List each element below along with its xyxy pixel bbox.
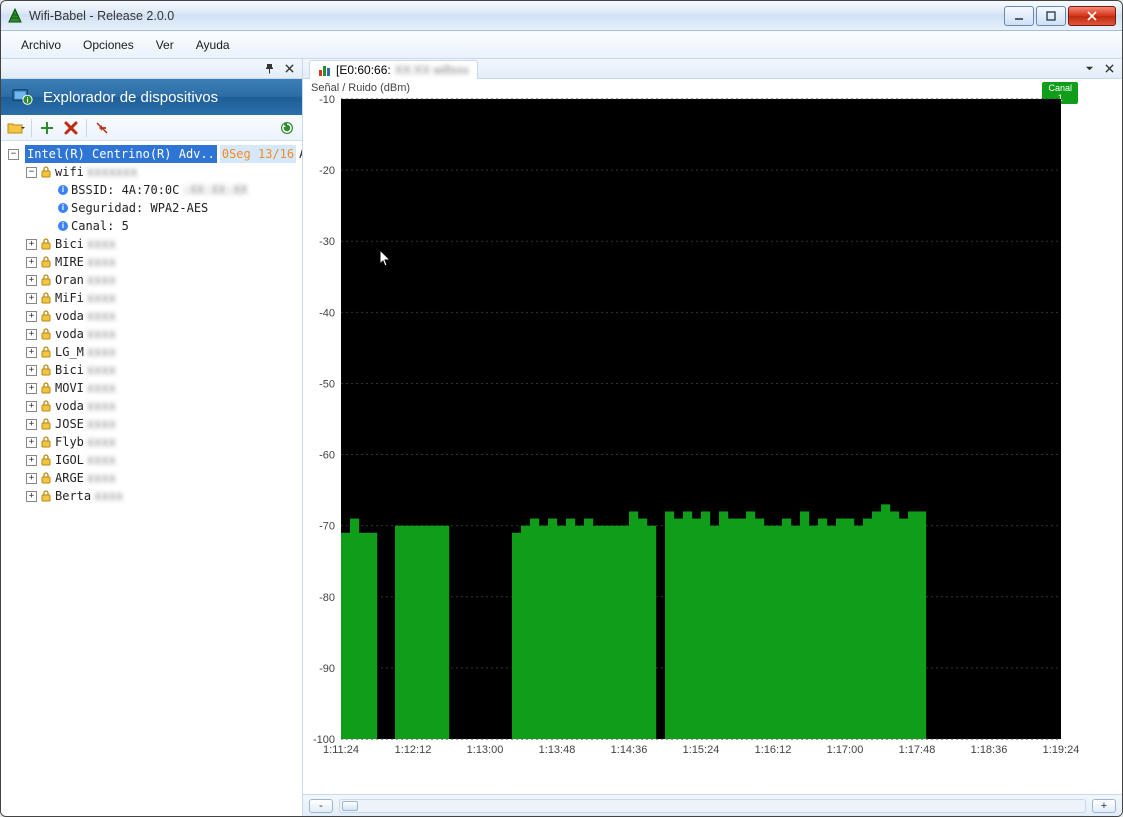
tree-node[interactable]: −wifixxxxxxx	[5, 163, 300, 181]
svg-text:1:12:12: 1:12:12	[395, 744, 432, 756]
svg-text:-60: -60	[319, 450, 335, 462]
device-tree[interactable]: −Intel(R) Centrino(R) Adv..0Seg 13/16Ap−…	[1, 141, 302, 816]
tree-node[interactable]: +LG_Mxxxx	[5, 343, 300, 361]
menu-ver[interactable]: Ver	[146, 34, 184, 56]
tree-node[interactable]: +Bicixxxx	[5, 361, 300, 379]
pane-tabbar	[1, 59, 302, 79]
body: i Explorador de dispositivos	[1, 59, 1122, 816]
horizontal-scrollbar[interactable]	[339, 799, 1086, 813]
app-window: Wifi-Babel - Release 2.0.0 Archivo Opcio…	[0, 0, 1123, 817]
svg-text:-50: -50	[319, 378, 335, 390]
tree-node[interactable]: +Bicixxxx	[5, 235, 300, 253]
chart-pane: [E0:60:66: XX:XX wiflxxx Señal / Ruido (…	[303, 59, 1122, 816]
tree-node[interactable]: +Flybxxxx	[5, 433, 300, 451]
svg-text:1:15:24: 1:15:24	[683, 744, 720, 756]
tree-node[interactable]: +IGOLxxxx	[5, 451, 300, 469]
bars-icon	[318, 63, 332, 77]
maximize-button[interactable]	[1036, 6, 1066, 26]
svg-text:-30: -30	[319, 236, 335, 248]
tree-node[interactable]: i Seguridad: WPA2-AES	[5, 199, 300, 217]
svg-text:1:19:24: 1:19:24	[1043, 744, 1080, 756]
menu-opciones[interactable]: Opciones	[73, 34, 144, 56]
tree-node[interactable]: +JOSExxxx	[5, 415, 300, 433]
pin-icon[interactable]	[262, 62, 276, 76]
cursor-icon	[379, 249, 393, 269]
close-pane-icon[interactable]	[282, 62, 296, 76]
device-explorer-pane: i Explorador de dispositivos	[1, 59, 303, 816]
tree-node[interactable]: −Intel(R) Centrino(R) Adv..0Seg 13/16Ap	[5, 145, 300, 163]
tree-node[interactable]: i Canal: 5	[5, 217, 300, 235]
zoom-out-button[interactable]: -	[309, 799, 333, 813]
app-icon	[7, 8, 23, 24]
svg-text:1:17:48: 1:17:48	[899, 744, 936, 756]
titlebar: Wifi-Babel - Release 2.0.0	[1, 1, 1122, 31]
tree-node[interactable]: +vodaxxxx	[5, 325, 300, 343]
svg-text:1:13:00: 1:13:00	[467, 744, 504, 756]
chart-tabbar: [E0:60:66: XX:XX wiflxxx	[303, 59, 1122, 79]
svg-text:1:11:24: 1:11:24	[323, 744, 359, 756]
svg-text:1:13:48: 1:13:48	[539, 744, 576, 756]
delete-button[interactable]	[62, 119, 80, 137]
tree-node[interactable]: +Oranxxxx	[5, 271, 300, 289]
minimize-button[interactable]	[1004, 6, 1034, 26]
zoom-in-button[interactable]: +	[1092, 799, 1116, 813]
refresh-button[interactable]	[278, 119, 296, 137]
tree-node[interactable]: +MiFixxxx	[5, 289, 300, 307]
svg-text:-20: -20	[319, 165, 335, 177]
computer-info-icon: i	[11, 86, 33, 108]
disconnect-button[interactable]	[93, 119, 111, 137]
tab-label-blur: XX:XX wiflxxx	[395, 63, 469, 77]
tree-node[interactable]: +MOVIxxxx	[5, 379, 300, 397]
tree-node[interactable]: +vodaxxxx	[5, 307, 300, 325]
svg-text:-10: -10	[319, 94, 335, 106]
pane-title: Explorador de dispositivos	[43, 89, 218, 106]
tab-label: [E0:60:66:	[336, 63, 391, 77]
tree-node[interactable]: +MIRExxxx	[5, 253, 300, 271]
tree-toolbar	[1, 115, 302, 141]
menubar: Archivo Opciones Ver Ayuda	[1, 31, 1122, 59]
tree-node[interactable]: +ARGExxxx	[5, 469, 300, 487]
window-title: Wifi-Babel - Release 2.0.0	[29, 9, 1004, 23]
tree-node[interactable]: i BSSID: 4A:70:0C:XX:XX:XX	[5, 181, 300, 199]
chart-tab[interactable]: [E0:60:66: XX:XX wiflxxx	[309, 60, 478, 79]
svg-text:-80: -80	[319, 592, 335, 604]
svg-text:1:14:36: 1:14:36	[611, 744, 648, 756]
menu-archivo[interactable]: Archivo	[11, 34, 71, 56]
add-button[interactable]	[38, 119, 56, 137]
window-buttons	[1004, 6, 1116, 26]
svg-text:-70: -70	[319, 521, 335, 533]
svg-text:1:17:00: 1:17:00	[827, 744, 864, 756]
menu-ayuda[interactable]: Ayuda	[186, 34, 240, 56]
tree-node[interactable]: +vodaxxxx	[5, 397, 300, 415]
svg-text:-40: -40	[319, 307, 335, 319]
tab-close-icon[interactable]	[1102, 62, 1116, 76]
tree-node[interactable]: +Bertaxxxx	[5, 487, 300, 505]
svg-text:i: i	[26, 96, 28, 105]
svg-text:1:16:12: 1:16:12	[755, 744, 792, 756]
tab-dropdown-icon[interactable]	[1082, 62, 1096, 76]
signal-chart: -10-20-30-40-50-60-70-80-90-1001:11:241:…	[303, 79, 1111, 771]
folder-dropdown-button[interactable]	[7, 119, 25, 137]
chart-bottombar: - +	[303, 794, 1122, 816]
svg-text:-90: -90	[319, 663, 335, 675]
close-button[interactable]	[1068, 6, 1116, 26]
pane-header: i Explorador de dispositivos	[1, 79, 302, 115]
svg-text:1:18:36: 1:18:36	[971, 744, 1008, 756]
chart-area: Señal / Ruido (dBm) Canal 1 -10-20-30-40…	[303, 79, 1122, 794]
